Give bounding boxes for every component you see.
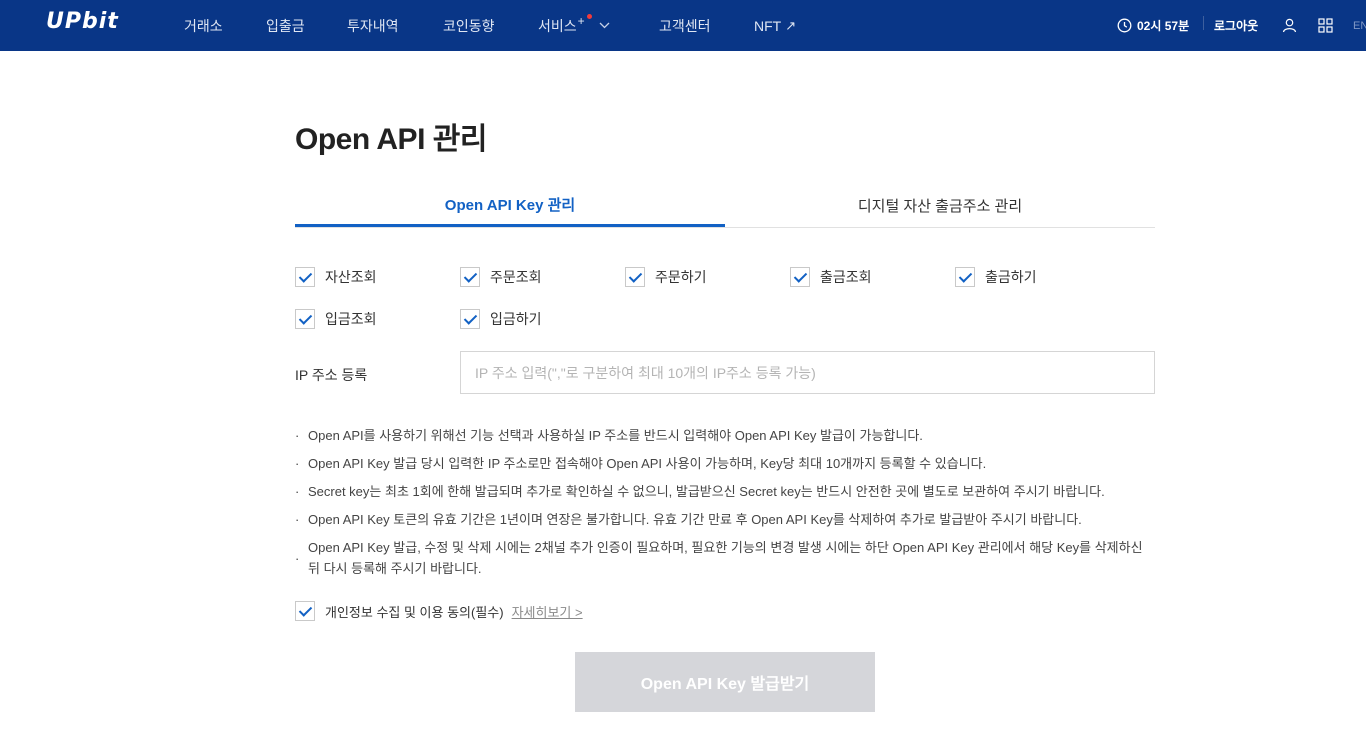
tab-open-api-key-label: Open API Key 관리 xyxy=(444,196,576,214)
nav-services-plus: + xyxy=(577,13,585,28)
bullet: · xyxy=(295,484,300,499)
permission-withdraw-view[interactable]: 출금조회 xyxy=(790,267,872,287)
bullet: · xyxy=(295,551,300,566)
nav-deposit-withdraw-label: 입출금 xyxy=(266,17,305,34)
notice-text: Open API를 사용하기 위해선 기능 선택과 사용하실 IP 주소를 반드… xyxy=(308,428,923,443)
nav-customer-center[interactable]: 고객센터 xyxy=(659,0,711,51)
checkbox-checked-icon[interactable] xyxy=(790,267,810,287)
nav-coin-trends[interactable]: 코인동향 xyxy=(443,0,495,51)
nav-nft-label: NFT xyxy=(754,17,782,34)
nav-exchange-label: 거래소 xyxy=(184,17,223,34)
notice-text: Secret key는 최초 1회에 한해 발급되며 추가로 확인하실 수 없으… xyxy=(308,484,1105,499)
privacy-details-link[interactable]: 자세히보기 > xyxy=(512,602,583,621)
nav-investments[interactable]: 투자내역 xyxy=(347,0,399,51)
chevron-down-icon xyxy=(599,20,610,32)
permission-asset-view[interactable]: 자산조회 xyxy=(295,267,377,287)
notice-item: · Secret key는 최초 1회에 한해 발급되며 추가로 확인하실 수 없… xyxy=(295,481,1165,502)
user-icon xyxy=(1282,18,1297,33)
nav-services-label: 서비스 xyxy=(538,17,577,34)
grid-icon xyxy=(1318,18,1333,33)
app-menu-button[interactable] xyxy=(1318,0,1333,51)
page-title: Open API 관리 xyxy=(295,123,487,156)
tab-withdrawal-address-label: 디지털 자산 출금주소 관리 xyxy=(857,198,1023,215)
permission-withdraw[interactable]: 출금하기 xyxy=(955,267,1037,287)
notice-item: · Open API Key 발급, 수정 및 삭제 시에는 2채널 추가 인증이… xyxy=(295,537,1155,579)
notice-item: · Open API Key 토큰의 유효 기간은 1년이며 연장은 불가합니다.… xyxy=(295,509,1165,530)
permission-label: 입금조회 xyxy=(325,311,377,327)
notice-text: Open API Key 발급, 수정 및 삭제 시에는 2채널 추가 인증이 … xyxy=(308,540,1143,576)
checkbox-checked-icon[interactable] xyxy=(625,267,645,287)
privacy-consent[interactable]: 개인정보 수집 및 이용 동의(필수) 자세히보기 > xyxy=(295,601,583,621)
nav-deposit-withdraw[interactable]: 입출금 xyxy=(266,0,305,51)
notice-text: Open API Key 토큰의 유효 기간은 1년이며 연장은 불가합니다. … xyxy=(308,512,1082,527)
my-page-button[interactable] xyxy=(1282,0,1297,51)
clock-icon xyxy=(1117,18,1132,33)
language-label: EN xyxy=(1353,19,1366,32)
permission-label: 주문조회 xyxy=(490,269,542,285)
permission-order[interactable]: 주문하기 xyxy=(625,267,707,287)
ip-address-label: IP 주소 등록 xyxy=(295,367,368,383)
tab-open-api-key[interactable]: Open API Key 관리 xyxy=(295,184,725,227)
bullet: · xyxy=(295,456,300,471)
bullet: · xyxy=(295,512,300,527)
upbit-logo[interactable]: UPbit xyxy=(46,9,119,34)
language-toggle[interactable]: EN xyxy=(1353,0,1366,51)
ip-address-input[interactable] xyxy=(460,351,1155,394)
api-tabs: Open API Key 관리 디지털 자산 출금주소 관리 xyxy=(295,184,1155,228)
logout-button[interactable]: 로그아웃 xyxy=(1214,0,1258,51)
top-navigation-bar: UPbit 거래소 입출금 투자내역 코인동향 서비스 + 고객센터 NFT ↗… xyxy=(0,0,1366,51)
session-timer[interactable]: 02시 57분 xyxy=(1117,0,1189,51)
notice-text: Open API Key 발급 당시 입력한 IP 주소로만 접속해야 Open… xyxy=(308,456,987,471)
logout-label: 로그아웃 xyxy=(1214,19,1259,33)
header-divider xyxy=(1203,16,1204,30)
nav-customer-center-label: 고객센터 xyxy=(659,17,711,34)
nav-coin-trends-label: 코인동향 xyxy=(443,17,495,34)
checkbox-checked-icon[interactable] xyxy=(460,267,480,287)
permission-label: 입금하기 xyxy=(490,311,542,327)
checkbox-checked-icon[interactable] xyxy=(295,601,315,621)
session-time-text: 02시 57분 xyxy=(1137,19,1190,33)
notice-item: · Open API를 사용하기 위해선 기능 선택과 사용하실 IP 주소를 반… xyxy=(295,425,1165,446)
checkbox-checked-icon[interactable] xyxy=(955,267,975,287)
issue-api-key-button[interactable]: Open API Key 발급받기 xyxy=(575,652,875,712)
nav-services[interactable]: 서비스 + xyxy=(538,0,610,51)
permission-label: 주문하기 xyxy=(655,269,707,285)
permission-order-view[interactable]: 주문조회 xyxy=(460,267,542,287)
checkbox-checked-icon[interactable] xyxy=(295,309,315,329)
nav-investments-label: 투자내역 xyxy=(347,17,399,34)
external-arrow-icon: ↗ xyxy=(785,17,797,33)
notice-item: · Open API Key 발급 당시 입력한 IP 주소로만 접속해야 Ope… xyxy=(295,453,1165,474)
nav-exchange[interactable]: 거래소 xyxy=(184,0,223,51)
privacy-consent-label: 개인정보 수집 및 이용 동의(필수) xyxy=(325,604,504,620)
permission-deposit-view[interactable]: 입금조회 xyxy=(295,309,377,329)
permission-label: 출금하기 xyxy=(985,269,1037,285)
permission-label: 자산조회 xyxy=(325,269,377,285)
new-dot-icon xyxy=(586,14,592,19)
api-notice-list: · Open API를 사용하기 위해선 기능 선택과 사용하실 IP 주소를 반… xyxy=(295,425,1165,586)
checkbox-checked-icon[interactable] xyxy=(460,309,480,329)
checkbox-checked-icon[interactable] xyxy=(295,267,315,287)
tab-withdrawal-address[interactable]: 디지털 자산 출금주소 관리 xyxy=(725,184,1155,227)
permission-label: 출금조회 xyxy=(820,269,872,285)
permission-deposit[interactable]: 입금하기 xyxy=(460,309,542,329)
nav-nft[interactable]: NFT ↗ xyxy=(754,0,796,51)
bullet: · xyxy=(295,428,300,443)
